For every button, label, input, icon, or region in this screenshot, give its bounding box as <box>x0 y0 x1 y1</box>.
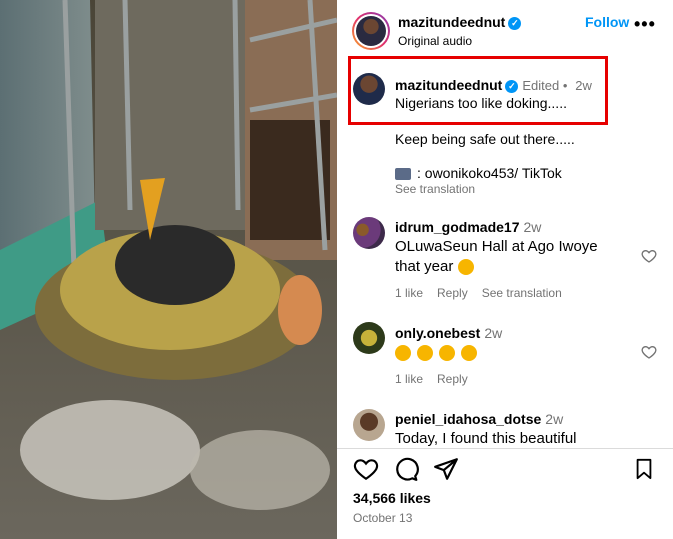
post-header: mazitundeednut ✓ Original audio Follow ••… <box>337 0 673 64</box>
crying-emoji-icon <box>395 345 411 362</box>
highlight-box <box>348 56 608 125</box>
post-side-panel: mazitundeednut ✓ Original audio Follow ••… <box>337 0 673 539</box>
caption-see-translation[interactable]: See translation <box>395 182 475 196</box>
comment-avatar[interactable] <box>353 322 385 354</box>
comment-text: OLuwaSeun Hall at Ago Iwoye that year <box>395 237 625 277</box>
comment-like-count[interactable]: 1 like <box>395 286 423 300</box>
comment-emoji-row <box>395 343 625 363</box>
comment-bubble-icon[interactable] <box>393 455 419 483</box>
caption-credit: : owonikoko453/ TikTok <box>417 165 562 181</box>
divider <box>337 448 673 449</box>
like-comment-heart-icon[interactable] <box>641 248 657 264</box>
comment-text-body: OLuwaSeun Hall at Ago Iwoye that year <box>395 238 598 275</box>
caption-line-2: Keep being safe out there..... <box>395 131 575 147</box>
comment-time[interactable]: 2w <box>545 411 563 427</box>
comment-username[interactable]: idrum_godmade17 <box>395 219 519 235</box>
comment-header: peniel_idahosa_dotse 2w <box>395 411 563 427</box>
comment-meta: 1 like Reply See translation <box>395 286 576 300</box>
comment-avatar[interactable] <box>353 217 385 249</box>
post-viewer: mazitundeednut ✓ Original audio Follow ••… <box>0 0 673 539</box>
comment-username[interactable]: peniel_idahosa_dotse <box>395 411 541 427</box>
post-media-image[interactable] <box>0 0 337 539</box>
comment-header: idrum_godmade17 2w <box>395 219 541 235</box>
comment-time[interactable]: 2w <box>523 219 541 235</box>
likes-count[interactable]: 34,566 likes <box>353 490 431 506</box>
like-comment-heart-icon[interactable] <box>641 344 657 360</box>
author-avatar[interactable] <box>352 12 390 50</box>
comment-clip: peniel_idahosa_dotse 2w Today, I found th… <box>337 400 673 448</box>
tv-icon <box>395 168 411 181</box>
crying-emoji-icon <box>417 345 433 362</box>
crying-emoji-icon <box>461 345 477 362</box>
media-illustration <box>0 0 337 539</box>
like-heart-icon[interactable] <box>353 455 379 483</box>
caption-line-3: : owonikoko453/ TikTok <box>395 165 562 181</box>
comment-header: only.onebest 2w <box>395 325 502 341</box>
laughing-emoji-icon <box>457 259 474 276</box>
audio-label[interactable]: Original audio <box>398 34 472 48</box>
post-date[interactable]: October 13 <box>353 511 412 525</box>
comment-time[interactable]: 2w <box>484 325 502 341</box>
comment-username[interactable]: only.onebest <box>395 325 480 341</box>
save-bookmark-icon[interactable] <box>633 455 655 483</box>
comment-meta: 1 like Reply <box>395 372 482 386</box>
see-translation-button[interactable]: See translation <box>482 286 562 300</box>
comment-text: Today, I found this beautiful <box>395 430 577 447</box>
reply-button[interactable]: Reply <box>437 372 468 386</box>
author-username-text[interactable]: mazitundeednut <box>398 14 505 30</box>
verified-badge-icon: ✓ <box>508 16 522 30</box>
crying-emoji-icon <box>439 345 455 362</box>
reply-button[interactable]: Reply <box>437 286 468 300</box>
share-send-icon[interactable] <box>433 455 459 483</box>
follow-button[interactable]: Follow <box>585 14 629 30</box>
more-options-icon[interactable]: ••• <box>634 14 656 35</box>
author-username[interactable]: mazitundeednut ✓ <box>398 14 522 30</box>
comment-avatar[interactable] <box>353 409 385 441</box>
comment-like-count[interactable]: 1 like <box>395 372 423 386</box>
